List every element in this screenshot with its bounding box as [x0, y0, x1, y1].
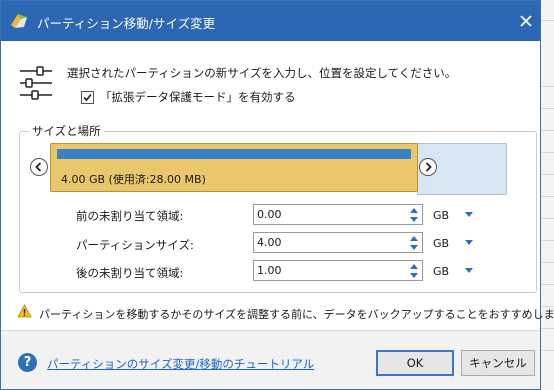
unallocated-before-input[interactable]	[254, 205, 406, 224]
spin-down-icon[interactable]	[407, 271, 421, 280]
unallocated-after-label: 後の未割り当て領域:	[76, 266, 184, 280]
spin-down-icon[interactable]	[407, 243, 421, 252]
checkmark-icon	[83, 93, 92, 101]
enhanced-data-protection-option[interactable]: 「拡張データ保護モード」を有効する	[81, 89, 296, 105]
used-space-bar	[57, 149, 411, 159]
spin-down-icon[interactable]	[407, 215, 421, 224]
partition-size-field-label: パーティションサイズ:	[76, 238, 194, 252]
unallocated-before-field	[253, 204, 423, 225]
unit-dropdown-icon[interactable]	[464, 239, 474, 247]
unit-dropdown-icon[interactable]	[464, 267, 474, 275]
unallocated-before-label: 前の未割り当て領域:	[76, 209, 184, 223]
spin-up-icon[interactable]	[407, 234, 421, 243]
window-title: パーティション移動/サイズ変更	[37, 16, 216, 31]
close-icon[interactable]	[517, 12, 535, 30]
chevron-right-icon	[425, 162, 432, 172]
backup-warning-text: パーティションを移動するかそのサイズを調整する前に、データをバックアップすること…	[39, 308, 554, 321]
move-right-button[interactable]	[419, 158, 437, 176]
partition-size-field	[253, 232, 423, 253]
partition-size-label: 4.00 GB (使用済:28.00 MB)	[61, 173, 206, 186]
ok-button[interactable]: OK	[376, 350, 454, 376]
unallocated-after-input[interactable]	[254, 261, 406, 280]
unit-label: GB	[433, 265, 450, 278]
app-logo-icon	[11, 14, 27, 28]
cancel-button[interactable]: キャンセル	[461, 350, 535, 376]
unit-label: GB	[433, 237, 450, 250]
enhanced-data-protection-checkbox[interactable]	[81, 90, 94, 104]
title-bar: パーティション移動/サイズ変更	[1, 1, 540, 41]
chevron-left-icon	[35, 162, 42, 172]
help-icon[interactable]: ?	[18, 353, 37, 372]
spin-up-icon[interactable]	[407, 262, 421, 271]
dialog-content: 選択されたパーティションの新サイズを入力し、位置を設定してください。 「拡張デー…	[1, 41, 554, 389]
group-title: サイズと場所	[29, 123, 104, 139]
checkbox-label: 「拡張データ保護モード」を有効する	[100, 90, 296, 104]
background-app-edge	[540, 0, 554, 390]
sliders-icon	[20, 66, 52, 100]
unit-label: GB	[433, 209, 450, 222]
spin-up-icon[interactable]	[407, 206, 421, 215]
tutorial-link[interactable]: パーティションのサイズ変更/移動のチュートリアル	[47, 356, 314, 372]
unallocated-after-field	[253, 260, 423, 281]
partition-size-input[interactable]	[254, 233, 406, 252]
move-left-button[interactable]	[30, 158, 48, 176]
move-resize-dialog: パーティション移動/サイズ変更 選択されたパーティションの新サイズを入力し、位置…	[0, 0, 554, 390]
warning-icon	[17, 304, 32, 318]
unit-dropdown-icon[interactable]	[464, 211, 474, 219]
instruction-text: 選択されたパーティションの新サイズを入力し、位置を設定してください。	[67, 66, 457, 80]
